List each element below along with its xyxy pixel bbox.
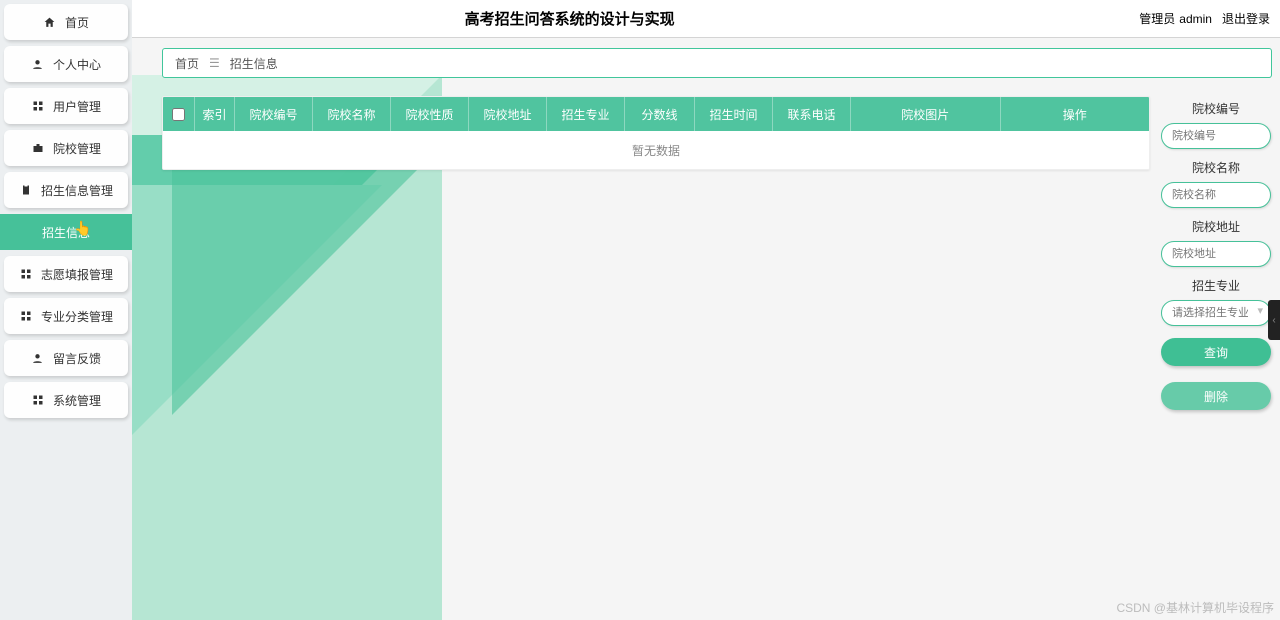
- sidebar-item-label: 专业分类管理: [41, 308, 113, 325]
- breadcrumb: 首页 ☰ 招生信息: [162, 48, 1272, 78]
- grid-icon: [19, 267, 33, 281]
- role-label: 管理员: [1139, 10, 1175, 27]
- label-school-name: 院校名称: [1192, 159, 1240, 176]
- th-index: 索引: [195, 97, 235, 131]
- input-school-address[interactable]: [1161, 241, 1271, 267]
- header-user-area: 管理员 admin 退出登录: [1139, 10, 1280, 27]
- drawer-toggle[interactable]: ‹: [1268, 300, 1280, 340]
- label-school-address: 院校地址: [1192, 218, 1240, 235]
- sidebar-item-profile[interactable]: 个人中心: [4, 46, 128, 82]
- delete-button[interactable]: 删除: [1161, 382, 1271, 410]
- th-major: 招生专业: [547, 97, 625, 131]
- grid-icon: [31, 99, 45, 113]
- th-picture: 院校图片: [851, 97, 1001, 131]
- label-school-code: 院校编号: [1192, 100, 1240, 117]
- th-school-nature: 院校性质: [391, 97, 469, 131]
- breadcrumb-sep-icon: ☰: [209, 56, 220, 70]
- logout-link[interactable]: 退出登录: [1222, 10, 1270, 27]
- input-school-code[interactable]: [1161, 123, 1271, 149]
- breadcrumb-current: 招生信息: [230, 55, 278, 72]
- sidebar-item-admissions[interactable]: 招生信息: [0, 214, 132, 250]
- watermark: CSDN @基林计算机毕设程序: [1116, 599, 1274, 616]
- data-table: 索引 院校编号 院校名称 院校性质 院校地址 招生专业 分数线 招生时间 联系电…: [162, 96, 1150, 170]
- username-label: admin: [1179, 12, 1212, 26]
- grid-icon: [31, 393, 45, 407]
- th-school-code: 院校编号: [235, 97, 313, 131]
- sidebar-item-label: 首页: [65, 14, 89, 31]
- sidebar-item-home[interactable]: 首页: [4, 4, 128, 40]
- query-button[interactable]: 查询: [1161, 338, 1271, 366]
- briefcase-icon: [31, 141, 45, 155]
- table-header: 索引 院校编号 院校名称 院校性质 院校地址 招生专业 分数线 招生时间 联系电…: [163, 97, 1149, 131]
- sidebar-item-label: 招生信息管理: [41, 182, 113, 199]
- sidebar-item-major[interactable]: 专业分类管理: [4, 298, 128, 334]
- sidebar-item-label: 留言反馈: [53, 350, 101, 367]
- th-score: 分数线: [625, 97, 695, 131]
- sidebar-item-label: 系统管理: [53, 392, 101, 409]
- th-school-address: 院校地址: [469, 97, 547, 131]
- sidebar-item-volunteer[interactable]: 志愿填报管理: [4, 256, 128, 292]
- sidebar-item-schools[interactable]: 院校管理: [4, 130, 128, 166]
- search-panel: 院校编号 院校名称 院校地址 招生专业 查询 删除: [1160, 96, 1272, 410]
- person-icon: [31, 351, 45, 365]
- sidebar-item-feedback[interactable]: 留言反馈: [4, 340, 128, 376]
- sidebar-item-label: 院校管理: [53, 140, 101, 157]
- th-actions: 操作: [1001, 97, 1150, 131]
- input-school-name[interactable]: [1161, 182, 1271, 208]
- select-all-checkbox[interactable]: [172, 108, 185, 121]
- select-all-cell[interactable]: [163, 97, 195, 131]
- app-title: 高考招生问答系统的设计与实现: [0, 8, 1139, 29]
- table-empty: 暂无数据: [163, 131, 1149, 169]
- sidebar-item-system[interactable]: 系统管理: [4, 382, 128, 418]
- th-time: 招生时间: [695, 97, 773, 131]
- select-major[interactable]: [1161, 300, 1271, 326]
- th-phone: 联系电话: [773, 97, 851, 131]
- grid-icon: [19, 309, 33, 323]
- home-icon: [43, 15, 57, 29]
- breadcrumb-home[interactable]: 首页: [175, 55, 199, 72]
- sidebar: 首页 个人中心 用户管理 院校管理 招生信息管理 招生信息 志愿填报管理 专业分…: [0, 0, 132, 620]
- sidebar-item-label: 用户管理: [53, 98, 101, 115]
- sidebar-item-label: 志愿填报管理: [41, 266, 113, 283]
- sidebar-item-admissions-mgmt[interactable]: 招生信息管理: [4, 172, 128, 208]
- th-school-name: 院校名称: [313, 97, 391, 131]
- sidebar-item-label: 招生信息: [42, 224, 90, 241]
- clipboard-icon: [19, 183, 33, 197]
- chevron-left-icon: ‹: [1272, 315, 1275, 326]
- sidebar-item-users[interactable]: 用户管理: [4, 88, 128, 124]
- label-major: 招生专业: [1192, 277, 1240, 294]
- header-bar: 高考招生问答系统的设计与实现 管理员 admin 退出登录: [0, 0, 1280, 38]
- main-area: 首页 ☰ 招生信息 索引 院校编号 院校名称 院校性质 院校地址 招生专业 分数…: [132, 38, 1280, 620]
- person-icon: [31, 57, 45, 71]
- sidebar-item-label: 个人中心: [53, 56, 101, 73]
